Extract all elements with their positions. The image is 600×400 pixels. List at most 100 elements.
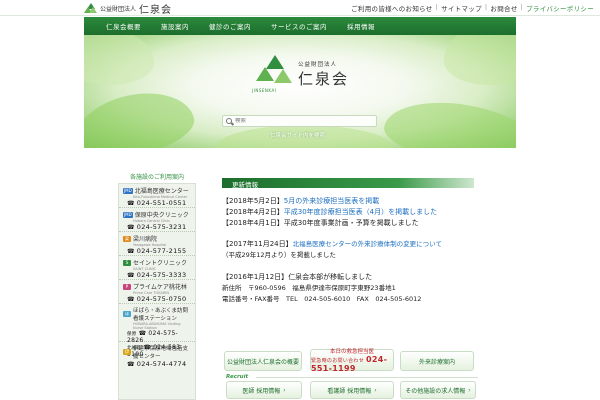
news-entry: 【2018年4月1日】平成30年度事業計画・予算を掲載しました [222,218,482,229]
logo-mark-icon [84,3,97,13]
site-search [222,115,377,127]
recruit-divider [256,377,478,378]
nav-item-services[interactable]: サービスのご案内 [271,21,327,31]
doctor-recruit-label: 医師 採用情報 [242,387,281,395]
news-entry: 【2016年1月12日】仁泉会本部が移転しました [222,272,482,283]
facility-tel: 024-574-4774 [136,360,187,368]
top-link-sitemap[interactable]: サイトマップ [441,3,482,13]
news-text: 仁泉会本部が移転しました [288,272,373,281]
doctor-recruit-banner[interactable]: 医師 採用情報 › [226,381,302,399]
facility-logo-icon: S [123,259,131,266]
facility-item[interactable]: 伊伊達市保原地域包括支援センター ☎ 024-574-4774 [119,342,195,370]
facility-item[interactable]: P プライムケア桃花林 Prime Care TOKARIN ☎ 024-575-0… [119,280,195,304]
chevron-right-icon: › [283,386,286,394]
facility-item[interactable]: ほほばら・あぶくま訪問看護ステーション HOBARA-ABUKUMA Visit… [119,304,195,358]
about-banner-label: 公益財団法人仁泉会の概要 [226,358,299,366]
facility-name: 北福島医療センター [134,188,189,195]
hero-logo: 公益財団法人 仁泉会 JINSENKAI [252,55,362,95]
news-link[interactable]: 5月の外来診療担当医表を掲載 [284,197,379,205]
news-date: 【2018年4月2日】 [222,207,284,216]
facility-logo-icon: JMD [123,187,133,194]
header-logo[interactable]: 公益財団法人 仁泉会 [84,2,173,16]
hero-leaf-decoration [380,91,516,148]
header-name: 仁泉会 [139,4,173,16]
top-links: ご利用の皆様へのお知らせ | サイトマップ | お問合せ | プライバシーポリシ… [351,3,594,13]
phone-icon: ☎ [138,330,147,337]
facility-tel: 024-575-0750 [136,295,187,303]
about-banner[interactable]: 公益財団法人仁泉会の概要 [224,351,302,371]
facility-item[interactable]: S セイントクリニック SAINT CLINIC ☎ 024-575-3333 [119,256,195,280]
phone-icon: ☎ [127,248,135,255]
facility-logo-icon: 梁 [123,235,131,242]
nurse-recruit-banner[interactable]: 看護師 採用情報 › [310,381,394,399]
nav-item-facilities[interactable]: 施設案内 [161,21,189,31]
nav-item-about[interactable]: 仁泉会概要 [106,21,141,31]
phone-icon: ☎ [127,361,135,368]
nav-item-recruit[interactable]: 採用情報 [347,21,375,31]
search-input[interactable] [235,118,365,124]
news-title: 更新情報 [232,181,258,189]
facility-item[interactable]: JMD 北福島医療センター Kita-Fukushima Medical Cent… [119,184,195,208]
news-date: 【2017年11月24日】 [222,240,293,249]
facility-logo-icon: ほ [123,311,131,317]
chevron-right-icon: › [374,386,377,394]
facility-item[interactable]: JMD 保原中央クリニック Hobara Central Clinic ☎ 024-… [119,208,195,232]
news-entry: 【2018年4月2日】平成30年度診療担当医表（4月）を掲載しました [222,207,482,218]
top-link-divider: | [484,3,488,11]
facility-tel: 024-575-3231 [136,223,187,231]
news-date: 【2018年4月1日】 [222,218,284,227]
nurse-recruit-label: 看護師 採用情報 [327,387,372,395]
news-text: 平成30年度事業計画・予算を掲載しました [283,218,419,227]
facility-tel: 024-575-3333 [136,271,187,279]
nav-item-checkup[interactable]: 健診のご案内 [209,21,251,31]
hero-banner: 公益財団法人 仁泉会 JINSENKAI 仁泉会サイト内を検索 [84,35,516,148]
facility-name: 保原中央クリニック [134,212,189,219]
facility-logo-icon: JMD [123,211,133,218]
news-entry-continued: （平成29年12月より）を掲載しました [222,250,482,261]
facility-name: 伊達市保原地域包括支援センター [133,346,189,360]
hero-leaf-decoration [84,35,154,85]
facility-tel: 024-577-2155 [136,247,187,255]
facility-name: プライムケア桃花林 [133,284,187,291]
sidebar-title: 各施設のご利用案内 [129,174,184,181]
logo-triangle-icon [274,69,292,83]
facility-name: 梁川病院 [133,236,158,243]
news-header: 更新情報 [222,178,474,189]
news-link[interactable]: 平成30年度診療担当医表（4月）を掲載しました [284,208,437,216]
top-link-privacy[interactable]: プライバシーポリシー [526,3,594,13]
news-entry: 【2017年11月24日】北福島医療センターの外来診療体制の変更について [222,239,482,250]
news-list: 【2018年5月2日】5月の外来診療担当医表を掲載 【2018年4月2日】平成3… [222,196,482,304]
facility-sidebar: JMD 北福島医療センター Kita-Fukushima Medical Cent… [118,183,196,400]
top-link-divider: | [520,3,524,11]
main-nav: 仁泉会概要 施設案内 健診のご案内 サービスのご案内 採用情報 [84,17,516,35]
facility-name: ほばら・あぶくま訪問看護ステーション [133,308,189,322]
top-link-contact[interactable]: お問合せ [490,3,517,13]
news-tail: （平成29年12月より）を掲載しました [222,251,336,260]
emergency-title: 本日の救急担当医 [329,349,374,355]
facility-sub: HOBARA-ABUKUMA Visiting Nurse Station [133,322,181,330]
emergency-banner[interactable]: 本日の救急担当医 緊急時のお問い合わせ 024-551-1199 [310,349,394,373]
other-recruit-label: その他施設の求人情報 [405,387,466,395]
outpatient-banner-label: 外来診療案内 [418,358,455,366]
header-org: 公益財団法人 [100,5,137,13]
search-icon[interactable] [226,118,232,124]
news-entry: 【2018年5月2日】5月の外来診療担当医表を掲載 [222,196,482,207]
top-link-divider: | [435,3,439,11]
logo-triangle-icon [256,67,274,81]
facility-name: セイントクリニック [133,260,188,267]
facility-logo-icon: 伊 [123,349,131,355]
phone-icon: ☎ [127,200,135,207]
top-bar: 公益財団法人 仁泉会 ご利用の皆様へのお知らせ | サイトマップ | お問合せ … [0,0,600,16]
facility-logo-icon: P [123,283,131,290]
recruit-label: Recruit [226,374,249,380]
other-recruit-banner[interactable]: その他施設の求人情報 › [400,381,476,399]
hero-leaf-decoration [444,35,516,85]
hero-name: 仁泉会 [298,70,350,88]
news-date: 【2018年5月2日】 [222,197,284,205]
outpatient-banner[interactable]: 外来診療案内 [400,351,474,371]
news-link[interactable]: 北福島医療センターの外来診療体制の変更について [293,240,442,248]
news-date: 【2016年1月12日】 [222,272,289,281]
top-link-notice[interactable]: ご利用の皆様へのお知らせ [351,3,432,13]
facility-item[interactable]: 梁梁川病院 Yanagawa Hospital ☎ 024-577-2155 [119,232,195,256]
search-caption: 仁泉会サイト内を検索 [270,133,326,139]
